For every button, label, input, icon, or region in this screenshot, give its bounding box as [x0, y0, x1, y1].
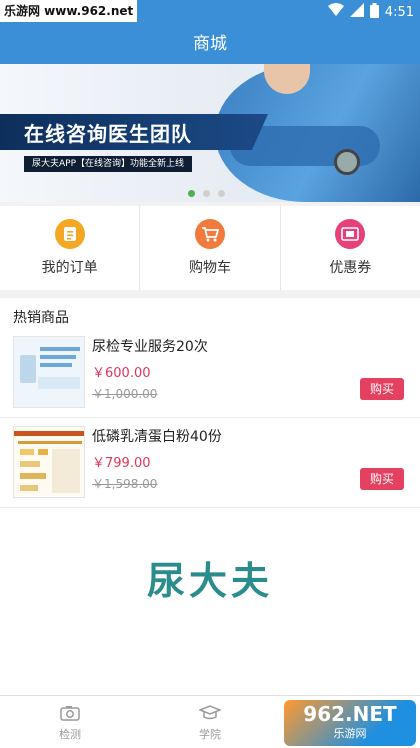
stethoscope-icon: [334, 149, 360, 175]
nav-item-academy[interactable]: 学院: [140, 696, 280, 748]
app-header: 商城: [0, 24, 420, 64]
brand-area: 尿大夫: [0, 520, 420, 695]
product-thumbnail: [13, 336, 85, 408]
brand-logo: 尿大夫: [146, 558, 273, 603]
carousel-dot[interactable]: [203, 190, 210, 197]
status-icons: 4:51: [327, 0, 414, 24]
product-thumbnail: [13, 426, 85, 498]
wifi-icon: [327, 3, 344, 21]
watermark-label: 乐游网 www.962.net: [0, 0, 138, 22]
page-title: 商城: [193, 34, 227, 54]
clock: 4:51: [384, 4, 414, 20]
nav-label: 学院: [199, 727, 221, 741]
hot-products-section: 热销商品 尿检专业服务20次 ￥600.00 ￥1,000.00 购买 低磷乳清…: [0, 298, 420, 520]
carousel-dot[interactable]: [218, 190, 225, 197]
graduation-cap-icon: [199, 703, 221, 723]
coupon-icon: [335, 219, 366, 249]
status-bar: 乐游网 www.962.net 4:51: [0, 0, 420, 24]
buy-button[interactable]: 购买: [360, 468, 404, 490]
corner-watermark-sub: 乐游网: [333, 727, 367, 740]
carousel-dot[interactable]: [188, 190, 195, 197]
nav-item-detect[interactable]: 检测: [0, 696, 140, 748]
banner-subtitle: 尿大夫APP【在线咨询】功能全新上线: [24, 156, 193, 172]
promo-banner[interactable]: 在线咨询医生团队 尿大夫APP【在线咨询】功能全新上线: [0, 64, 420, 202]
product-item[interactable]: 低磷乳清蛋白粉40份 ￥799.00 ￥1,598.00 购买: [0, 418, 420, 508]
carousel-indicator: [188, 190, 225, 197]
buy-button[interactable]: 购买: [360, 378, 404, 400]
product-original-price: ￥1,598.00: [92, 477, 158, 491]
product-name: 尿检专业服务20次: [92, 339, 208, 355]
shortcut-coupons[interactable]: 优惠券: [281, 206, 420, 290]
shortcut-cart[interactable]: 购物车: [140, 206, 281, 290]
product-price: ￥600.00: [92, 366, 151, 381]
shortcut-row: 我的订单 购物车 优惠券: [0, 206, 420, 290]
cart-icon: [194, 219, 225, 249]
section-title: 热销商品: [13, 310, 69, 326]
corner-watermark: 962.NET 乐游网: [284, 700, 416, 746]
product-name: 低磷乳清蛋白粉40份: [92, 429, 222, 445]
product-price: ￥799.00: [92, 456, 151, 471]
shortcut-label: 优惠券: [329, 260, 372, 276]
battery-icon: [369, 2, 379, 22]
signal-icon: [349, 3, 364, 21]
shortcut-label: 购物车: [188, 260, 231, 276]
nav-label: 检测: [59, 727, 81, 741]
product-original-price: ￥1,000.00: [92, 387, 158, 401]
shortcut-my-orders[interactable]: 我的订单: [0, 206, 141, 290]
camera-icon: [59, 703, 81, 723]
banner-title: 在线咨询医生团队: [24, 122, 192, 146]
product-item[interactable]: 尿检专业服务20次 ￥600.00 ￥1,000.00 购买: [0, 328, 420, 418]
corner-watermark-main: 962.NET: [303, 702, 397, 726]
order-icon: [54, 219, 85, 249]
shortcut-label: 我的订单: [41, 260, 98, 276]
